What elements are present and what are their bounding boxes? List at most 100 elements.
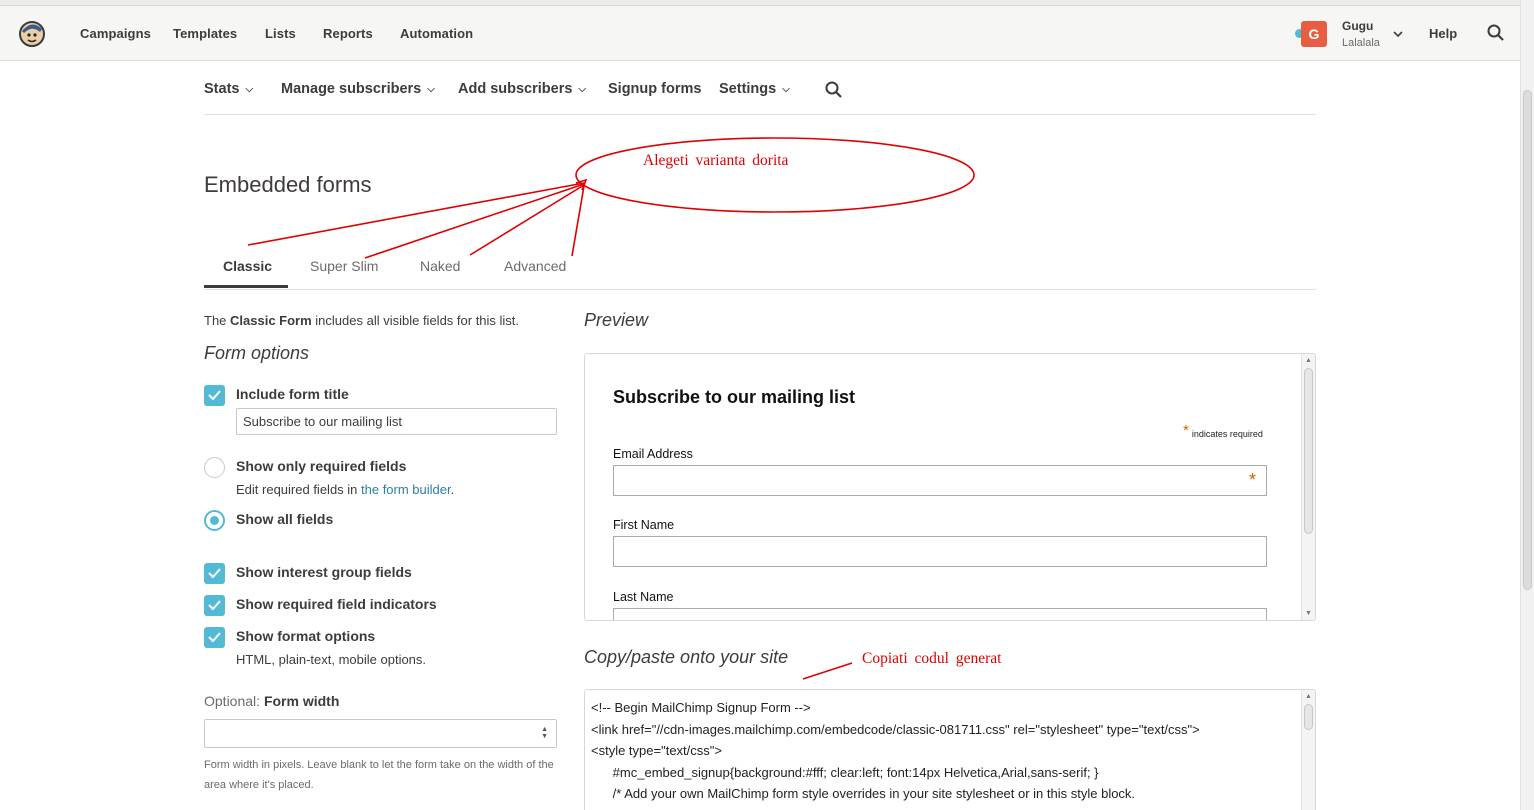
checkmark-icon [208, 390, 221, 401]
first-name-field[interactable] [613, 536, 1267, 567]
annotation-arrow [364, 183, 585, 259]
user-account[interactable]: Lalalala [1342, 37, 1380, 49]
subnav-add-subscribers[interactable]: Add subscribers ⌵ [458, 81, 586, 97]
chevron-down-icon: ⌵ [245, 84, 254, 95]
required-only-note: Edit required fields in the form builder… [236, 482, 454, 497]
email-label: Email Address [613, 447, 693, 461]
checkmark-icon [208, 568, 221, 579]
nav-templates[interactable]: Templates [173, 26, 237, 41]
nav-automation[interactable]: Automation [400, 26, 473, 41]
embed-code-textarea[interactable]: <!-- Begin MailChimp Signup Form --> <li… [584, 689, 1316, 810]
user-name[interactable]: Gugu [1342, 19, 1373, 33]
format-options-note: HTML, plain-text, mobile options. [236, 652, 427, 667]
subnav-add-label: Add subscribers [458, 81, 573, 97]
include-title-label[interactable]: Include form title [236, 386, 349, 402]
tab-super-slim[interactable]: Super Slim [310, 258, 378, 274]
form-width-input[interactable]: ▲ ▼ [204, 719, 557, 748]
required-indicators-checkbox[interactable] [204, 595, 225, 616]
freddie-logo-icon[interactable] [18, 20, 46, 48]
preview-scrollbar[interactable]: ▲ ▼ [1301, 354, 1315, 620]
arrow-head-icon [575, 178, 588, 191]
chevron-down-icon: ⌵ [782, 84, 790, 95]
search-icon[interactable] [825, 81, 843, 99]
tab-classic[interactable]: Classic [223, 258, 272, 274]
code-line: /* Add your own MailChimp form style ove… [591, 786, 1136, 801]
form-intro: The Classic Form includes all visible fi… [204, 313, 519, 328]
subnav-stats-label: Stats [204, 81, 240, 97]
tab-naked[interactable]: Naked [420, 258, 460, 274]
tab-advanced[interactable]: Advanced [504, 258, 566, 274]
nav-campaigns[interactable]: Campaigns [80, 26, 151, 41]
required-asterisk: * [1183, 422, 1189, 439]
checkmark-icon [208, 600, 221, 611]
width-optional: Optional: [204, 693, 264, 709]
subnav-manage-subscribers[interactable]: Manage subscribers ⌵ [281, 81, 435, 97]
required-indicator-note: * indicates required [1183, 422, 1263, 441]
annotation-choose-variant: Alegeti varianta dorita [643, 152, 789, 169]
form-width-help: Form width in pixels. Leave blank to let… [204, 759, 554, 791]
form-builder-link[interactable]: the form builder [361, 482, 451, 497]
number-stepper-icon[interactable]: ▲ ▼ [541, 726, 548, 740]
interest-groups-checkbox[interactable] [204, 563, 225, 584]
include-title-checkbox[interactable] [204, 385, 225, 406]
last-name-field[interactable] [613, 608, 1267, 620]
chevron-down-icon: ⌵ [427, 84, 435, 95]
search-icon[interactable] [1487, 24, 1505, 42]
subnav-divider [204, 114, 1316, 115]
tab-divider [204, 289, 1316, 290]
code-line: <style type="text/css"> [591, 743, 722, 758]
code-line: #mc_embed_signup{background:#fff; clear:… [591, 765, 1099, 780]
preview-form-title: Subscribe to our mailing list [613, 387, 856, 407]
code-line: <link href="//cdn-images.mailchimp.com/e… [591, 722, 1200, 737]
subnav-settings-label: Settings [719, 81, 777, 97]
subnav-stats[interactable]: Stats ⌵ [204, 81, 253, 97]
chevron-down-icon[interactable] [1393, 29, 1403, 39]
last-name-label: Last Name [613, 590, 674, 604]
code-scrollbar-thumb[interactable] [1304, 704, 1313, 730]
annotation-copy-code: Copiati codul generat [862, 650, 1002, 667]
preview-heading: Preview [584, 310, 649, 330]
intro-post: includes all visible fields for this lis… [311, 313, 520, 328]
active-tab-indicator [204, 285, 288, 288]
scroll-up-icon[interactable]: ▲ [1305, 357, 1312, 364]
chevron-down-icon: ⌵ [578, 84, 587, 95]
code-line: <!-- Begin MailChimp Signup Form --> [591, 700, 811, 715]
interest-groups-label[interactable]: Show interest group fields [236, 564, 412, 580]
browser-edge [0, 0, 1520, 6]
copy-paste-heading: Copy/paste onto your site [584, 647, 789, 667]
subnav-settings[interactable]: Settings ⌵ [719, 81, 790, 97]
nav-reports[interactable]: Reports [323, 26, 373, 41]
preview-scrollbar-thumb[interactable] [1304, 368, 1313, 534]
annotation-ellipse [575, 137, 975, 213]
intro-bold: Classic Form [230, 313, 312, 328]
scrollbar-thumb[interactable] [1523, 90, 1532, 590]
page-title: Embedded forms [204, 172, 372, 197]
all-fields-label[interactable]: Show all fields [236, 511, 333, 527]
nav-lists[interactable]: Lists [265, 26, 296, 41]
avatar[interactable]: G [1301, 21, 1327, 47]
required-only-label[interactable]: Show only required fields [236, 458, 406, 474]
page-scrollbar[interactable] [1520, 0, 1534, 810]
required-indicators-label[interactable]: Show required field indicators [236, 596, 437, 612]
top-navigation-bar: Campaigns Templates Lists Reports Automa… [0, 0, 1520, 61]
required-note-post: . [450, 482, 455, 497]
checkmark-icon [208, 632, 221, 643]
subnav-signup-forms[interactable]: Signup forms [608, 81, 701, 97]
email-field[interactable]: * [613, 465, 1267, 496]
code-scrollbar[interactable]: ▲ [1301, 690, 1315, 810]
required-asterisk: * [1248, 470, 1256, 490]
required-only-radio[interactable] [204, 457, 225, 478]
scroll-down-icon[interactable]: ▼ [1305, 610, 1312, 617]
form-options-heading: Form options [204, 343, 310, 363]
format-options-checkbox[interactable] [204, 627, 225, 648]
help-link[interactable]: Help [1429, 26, 1457, 41]
form-title-input[interactable] [236, 408, 557, 435]
form-width-label: Optional: Form width [204, 693, 339, 709]
subnav-manage-label: Manage subscribers [281, 81, 422, 97]
scroll-up-icon[interactable]: ▲ [1305, 693, 1312, 700]
preview-frame[interactable]: Subscribe to our mailing list * indicates… [584, 353, 1316, 621]
format-options-label[interactable]: Show format options [236, 628, 375, 644]
required-note-pre: Edit required fields in [236, 482, 362, 497]
all-fields-radio[interactable] [204, 510, 225, 531]
annotation-arrow [571, 185, 585, 257]
